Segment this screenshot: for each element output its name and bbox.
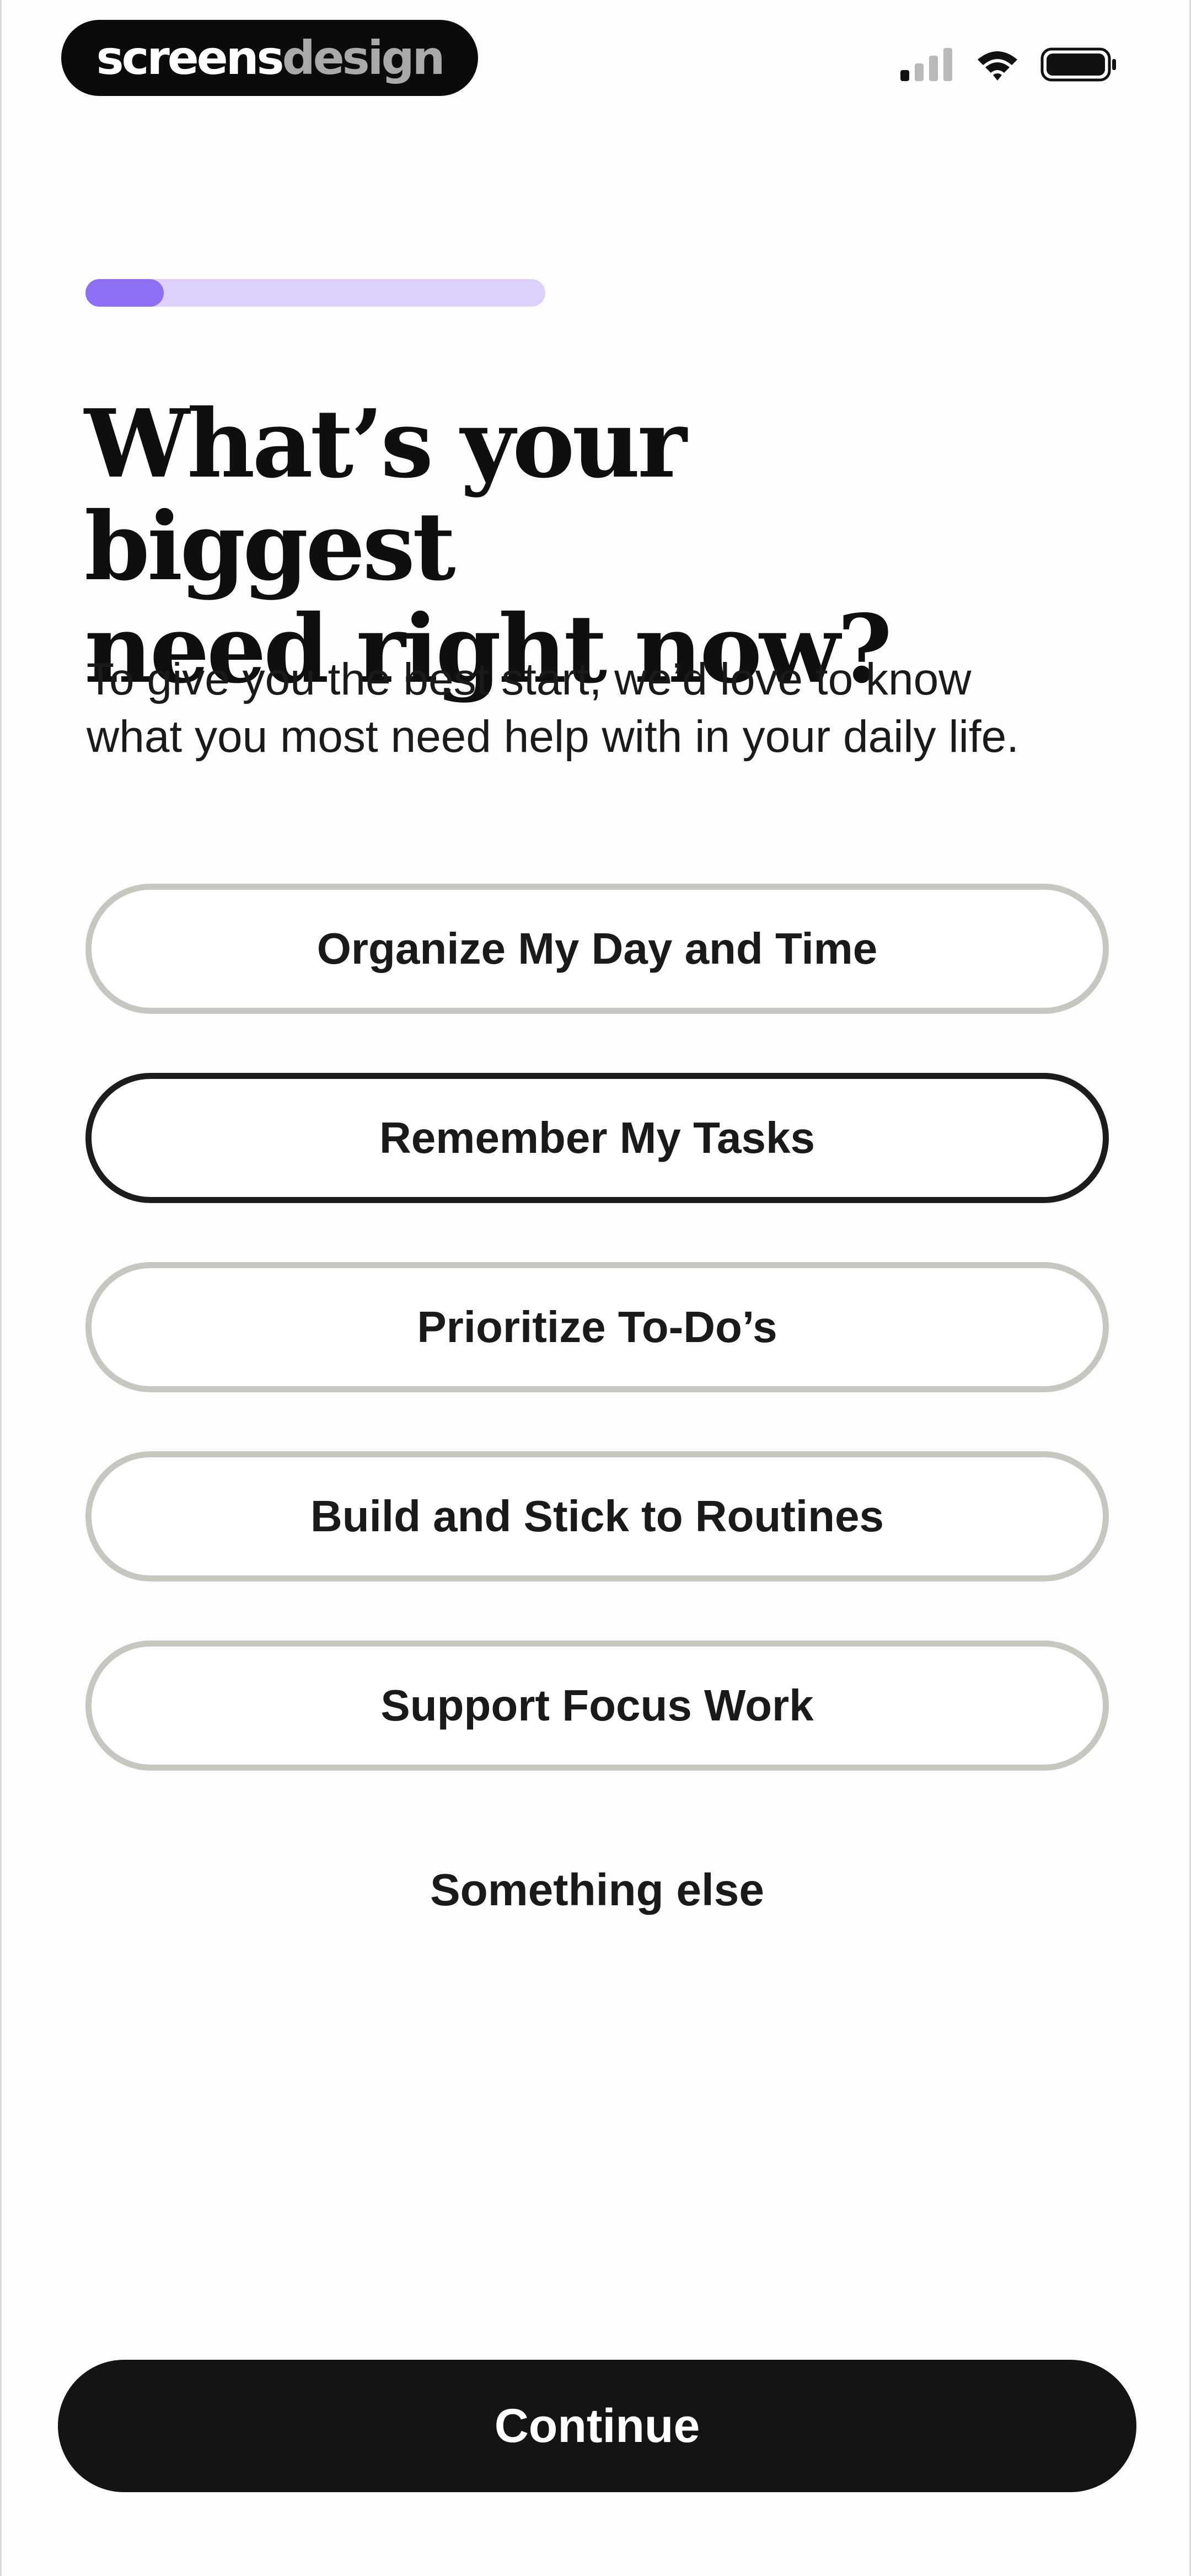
page-subtitle-line2: what you most need help with in your dai… bbox=[87, 712, 1020, 762]
progress-bar-fill bbox=[85, 279, 164, 307]
page-subtitle-line1: To give you the best start, we’d love to… bbox=[87, 654, 972, 704]
option-support-focus[interactable]: Support Focus Work bbox=[85, 1640, 1109, 1771]
option-label: Organize My Day and Time bbox=[316, 924, 878, 973]
option-label: Build and Stick to Routines bbox=[310, 1492, 884, 1541]
option-label: Prioritize To-Do’s bbox=[417, 1302, 777, 1351]
onboarding-screen: screens design What’s your biggest need r… bbox=[0, 0, 1191, 2576]
option-remember-tasks[interactable]: Remember My Tasks bbox=[85, 1073, 1109, 1203]
options-list: Organize My Day and Time Remember My Tas… bbox=[85, 884, 1109, 1830]
progress-bar bbox=[85, 279, 545, 307]
option-label: Support Focus Work bbox=[380, 1681, 814, 1730]
option-label: Remember My Tasks bbox=[379, 1113, 815, 1162]
wifi-icon bbox=[978, 51, 1017, 81]
option-build-routines[interactable]: Build and Stick to Routines bbox=[85, 1451, 1109, 1581]
battery-icon bbox=[1040, 47, 1116, 82]
something-else-link[interactable]: Something else bbox=[2, 1864, 1191, 1916]
brand-logo-part2: design bbox=[282, 31, 446, 85]
brand-logo-part1: screens bbox=[96, 31, 285, 85]
page-subtitle: To give you the best start, we’d love to… bbox=[87, 651, 1123, 766]
continue-button[interactable]: Continue bbox=[58, 2360, 1136, 2492]
cellular-signal-icon bbox=[900, 48, 952, 81]
page-title-line1: What’s your biggest bbox=[84, 389, 687, 602]
option-organize-day[interactable]: Organize My Day and Time bbox=[85, 884, 1109, 1014]
option-prioritize-todos[interactable]: Prioritize To-Do’s bbox=[85, 1262, 1109, 1392]
continue-button-label: Continue bbox=[494, 2399, 700, 2452]
brand-logo: screens design bbox=[61, 20, 478, 96]
status-icons bbox=[899, 45, 1118, 84]
